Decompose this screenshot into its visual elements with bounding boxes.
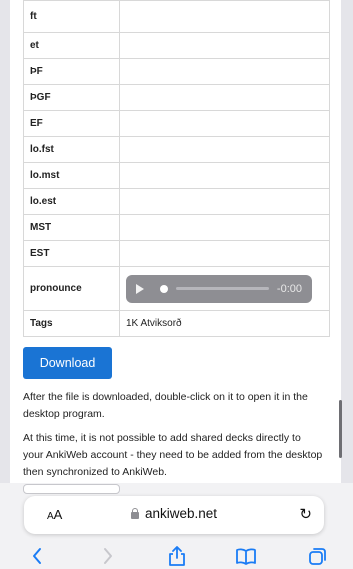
field-value: -0:00 bbox=[119, 266, 330, 311]
field-name: Tags bbox=[23, 310, 120, 337]
field-value bbox=[119, 162, 330, 189]
field-name: ft bbox=[23, 0, 120, 33]
field-value bbox=[119, 110, 330, 137]
fields-table: ft et ÞF ÞGF EF lo.fst lo.mst lo.est MST… bbox=[23, 0, 330, 337]
lock-icon bbox=[130, 508, 139, 519]
url-text: ankiweb.net bbox=[144, 506, 218, 521]
field-name: EST bbox=[23, 240, 120, 267]
field-name: lo.mst bbox=[23, 162, 120, 189]
address-bar[interactable]: AA ankiweb.net ↻ bbox=[24, 496, 324, 534]
chevron-right-icon[interactable] bbox=[96, 546, 120, 566]
field-name: EF bbox=[23, 110, 120, 137]
table-row: EF bbox=[23, 110, 330, 137]
field-name: lo.fst bbox=[23, 136, 120, 163]
table-row: lo.est bbox=[23, 188, 330, 215]
tabs-icon[interactable] bbox=[306, 546, 330, 566]
scroll-indicator[interactable] bbox=[339, 400, 342, 458]
reload-icon[interactable]: ↻ bbox=[299, 505, 312, 523]
field-value bbox=[119, 240, 330, 267]
share-icon[interactable] bbox=[165, 546, 189, 566]
page-content: ft et ÞF ÞGF EF lo.fst lo.mst lo.est MST… bbox=[23, 0, 330, 337]
table-row: ÞF bbox=[23, 58, 330, 85]
table-row: EST bbox=[23, 240, 330, 267]
table-row: ft bbox=[23, 0, 330, 33]
url-field[interactable]: ankiweb.net bbox=[24, 506, 324, 521]
field-name: ÞGF bbox=[23, 84, 120, 111]
table-row-pronounce: pronounce -0:00 bbox=[23, 266, 330, 311]
field-name: ÞF bbox=[23, 58, 120, 85]
download-button[interactable]: Download bbox=[23, 347, 112, 379]
field-name: lo.est bbox=[23, 188, 120, 215]
field-value bbox=[119, 0, 330, 33]
chevron-left-icon[interactable] bbox=[25, 546, 49, 566]
book-icon[interactable] bbox=[234, 546, 258, 566]
audio-scrubber-knob[interactable] bbox=[160, 284, 168, 293]
partial-element bbox=[23, 484, 120, 494]
table-row: ÞGF bbox=[23, 84, 330, 111]
table-row: lo.fst bbox=[23, 136, 330, 163]
table-row: lo.mst bbox=[23, 162, 330, 189]
field-name: MST bbox=[23, 214, 120, 241]
table-row-tags: Tags 1K Atviksorð bbox=[23, 310, 330, 337]
field-value bbox=[119, 84, 330, 111]
audio-progress-track[interactable] bbox=[176, 287, 269, 290]
shared-deck-note: At this time, it is not possible to add … bbox=[23, 432, 323, 478]
field-value bbox=[119, 32, 330, 59]
field-value bbox=[119, 136, 330, 163]
audio-player[interactable]: -0:00 bbox=[126, 274, 312, 303]
field-value bbox=[119, 58, 330, 85]
field-value bbox=[119, 214, 330, 241]
audio-time: -0:00 bbox=[276, 282, 302, 295]
table-row: et bbox=[23, 32, 330, 59]
play-icon[interactable] bbox=[136, 283, 144, 294]
field-name: pronounce bbox=[23, 266, 120, 311]
field-value: 1K Atviksorð bbox=[119, 310, 330, 337]
field-name: et bbox=[23, 32, 120, 59]
field-value bbox=[119, 188, 330, 215]
download-instructions: After the file is downloaded, double-cli… bbox=[23, 391, 308, 420]
table-row: MST bbox=[23, 214, 330, 241]
